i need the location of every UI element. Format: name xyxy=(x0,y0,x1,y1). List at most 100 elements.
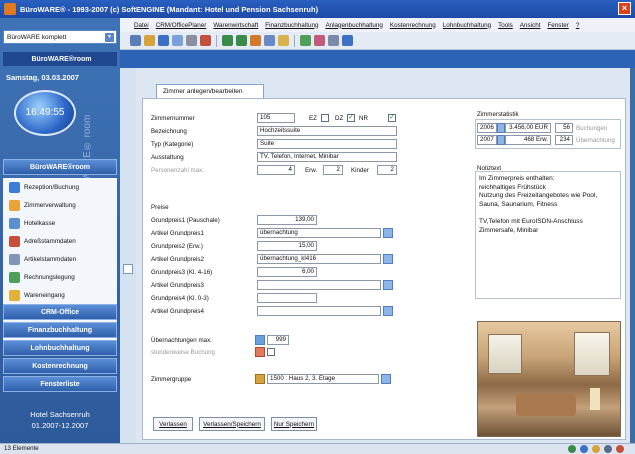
save-only-button[interactable]: Nur Speichern xyxy=(271,417,317,431)
menu-item-10[interactable]: ? xyxy=(576,22,580,29)
sidebar-item-4[interactable]: Artikelstammdaten xyxy=(3,250,117,268)
tools-icon[interactable] xyxy=(328,35,339,46)
leave-save-button[interactable]: Verlassen/Speichern xyxy=(199,417,265,431)
info-icon xyxy=(580,445,588,453)
room-number-label: Zimmernummer xyxy=(151,115,195,122)
ez-checkbox[interactable] xyxy=(321,114,329,122)
delete-icon[interactable] xyxy=(200,35,211,46)
personen-field[interactable]: 4 xyxy=(257,165,295,175)
hotel-name: Hotel Sachsenruh xyxy=(30,410,90,419)
left-rail xyxy=(120,68,136,443)
close-icon[interactable]: × xyxy=(618,2,631,15)
chart-icon[interactable] xyxy=(300,35,311,46)
personen-label: Personenzahl max. xyxy=(151,167,204,174)
module-0[interactable]: CRM-Office xyxy=(3,304,117,320)
menu-item-1[interactable]: CRM/OfficePlaner xyxy=(156,22,207,29)
tab-room-edit[interactable]: Zimmer anlegen/bearbeiten xyxy=(156,84,264,98)
agp2-lookup-icon[interactable] xyxy=(383,254,393,264)
help-icon[interactable] xyxy=(342,35,353,46)
bezeichnung-field[interactable]: Hochzeitssuite xyxy=(257,126,397,136)
leave-button[interactable]: Verlassen xyxy=(153,417,193,431)
gp3-label: Grundpreis3 (Kl. 4-16) xyxy=(151,269,213,276)
search-icon[interactable] xyxy=(250,35,261,46)
menu-item-6[interactable]: Lohnbuchhaltung xyxy=(443,22,491,29)
sidebar-item-6[interactable]: Wareneingang xyxy=(3,286,117,304)
menu-item-0[interactable]: Datei xyxy=(134,22,149,29)
group-icon xyxy=(255,374,265,384)
typ-field[interactable]: Suite xyxy=(257,139,397,149)
copy-icon[interactable] xyxy=(172,35,183,46)
agp1-field[interactable]: übernachtung xyxy=(257,228,381,238)
cashdesk-icon xyxy=(9,217,20,229)
sidebar-item-5[interactable]: Rechnungslegung xyxy=(3,268,117,286)
agp4-label: Artikel Grundpreis4 xyxy=(151,308,204,315)
menu-item-7[interactable]: Tools xyxy=(498,22,513,29)
menu-item-9[interactable]: Fenster xyxy=(547,22,568,29)
sidebar-item-1[interactable]: Zimmerverwaltung xyxy=(3,196,117,214)
module-3[interactable]: Kostenrechnung xyxy=(3,358,117,374)
agp2-label: Artikel Grundpreis2 xyxy=(151,256,204,263)
zimmergruppe-lookup-icon[interactable] xyxy=(381,374,391,384)
chevron-down-icon[interactable]: ▼ xyxy=(105,33,114,42)
agp2-field[interactable]: übernachtung_kl416 xyxy=(257,254,381,264)
module-combo[interactable]: BüroWARE komplett ▼ xyxy=(3,30,117,44)
menu-item-5[interactable]: Kostenrechnung xyxy=(390,22,436,29)
agp4-field[interactable] xyxy=(257,306,381,316)
sidebar-item-3[interactable]: Adreßstammdaten xyxy=(3,232,117,250)
agp4-lookup-icon[interactable] xyxy=(383,306,393,316)
arrow-right-icon[interactable] xyxy=(236,35,247,46)
save-icon[interactable] xyxy=(158,35,169,46)
menu-item-8[interactable]: Ansicht xyxy=(520,22,541,29)
sidebar: BüroWARE komplett ▼ BüroWARE®room Samsta… xyxy=(0,18,120,443)
stats-unit-0: Buchungen xyxy=(576,125,608,132)
module-2[interactable]: Lohnbuchhaltung xyxy=(3,340,117,356)
toolbar-separator xyxy=(294,34,295,47)
nr-checkbox[interactable]: ✓ xyxy=(388,114,396,122)
erw-field[interactable]: 2 xyxy=(323,165,343,175)
zimmergruppe-field[interactable]: 1500 : Haus 2, 3. Etage xyxy=(267,374,379,384)
ausstattung-field[interactable]: TV, Telefon, Internet, Minibar xyxy=(257,152,397,162)
gp4-field[interactable] xyxy=(257,293,317,303)
uebernachtungen-field[interactable]: 999 xyxy=(267,335,289,345)
new-icon[interactable] xyxy=(144,35,155,46)
stats-arrow-icon[interactable] xyxy=(497,135,505,145)
menu-item-2[interactable]: Warenwirtschaft xyxy=(213,22,258,29)
filter-icon[interactable] xyxy=(264,35,275,46)
stats-year-0: 2006 xyxy=(477,123,497,133)
notes-text[interactable]: Im Zimmerpreis enthalten: reichhaltiges … xyxy=(479,175,619,235)
report-icon[interactable] xyxy=(314,35,325,46)
arrow-left-icon[interactable] xyxy=(222,35,233,46)
stundenweise-checkbox[interactable] xyxy=(267,348,275,356)
sidebar-item-label: Rechnungslegung xyxy=(24,273,75,281)
agp1-lookup-icon[interactable] xyxy=(383,228,393,238)
sidebar-item-label: Rezeption/Buchung xyxy=(24,183,79,191)
uebernachtungen-label: Übernachtungen max. xyxy=(151,337,212,344)
menu-item-4[interactable]: Anlagenbuchhaltung xyxy=(325,22,382,29)
lock-icon xyxy=(616,445,624,453)
toolbar xyxy=(120,32,635,50)
agp3-field[interactable] xyxy=(257,280,381,290)
module-1[interactable]: Finanzbuchhaltung xyxy=(3,322,117,338)
grid-icon[interactable] xyxy=(130,35,141,46)
sidebar-item-2[interactable]: Hotelkasse xyxy=(3,214,117,232)
menu-item-3[interactable]: Finanzbuchhaltung xyxy=(265,22,318,29)
module-4[interactable]: Fensterliste xyxy=(3,376,117,392)
invoice-icon xyxy=(9,271,20,283)
expand-icon[interactable] xyxy=(123,264,133,274)
room-number-field[interactable]: 105 xyxy=(257,113,295,123)
section-header-room[interactable]: BüroWARE®room xyxy=(3,159,117,175)
sidebar-item-0[interactable]: Rezeption/Buchung xyxy=(3,178,117,196)
gp2-field[interactable]: 15,00 xyxy=(257,241,317,251)
dz-checkbox[interactable]: ✓ xyxy=(347,114,355,122)
gp1-field[interactable]: 139,00 xyxy=(257,215,317,225)
print-icon[interactable] xyxy=(186,35,197,46)
app-icon xyxy=(4,3,16,15)
agp3-lookup-icon[interactable] xyxy=(383,280,393,290)
user-icon[interactable] xyxy=(278,35,289,46)
sidebar-item-label: Wareneingang xyxy=(24,291,65,299)
hotel-period: 01.2007-12.2007 xyxy=(31,421,89,430)
gp3-field[interactable]: 6,00 xyxy=(257,267,317,277)
kinder-field[interactable]: 2 xyxy=(377,165,397,175)
module-combo-value: BüroWARE komplett xyxy=(7,33,67,41)
stats-arrow-icon[interactable] xyxy=(497,123,505,133)
